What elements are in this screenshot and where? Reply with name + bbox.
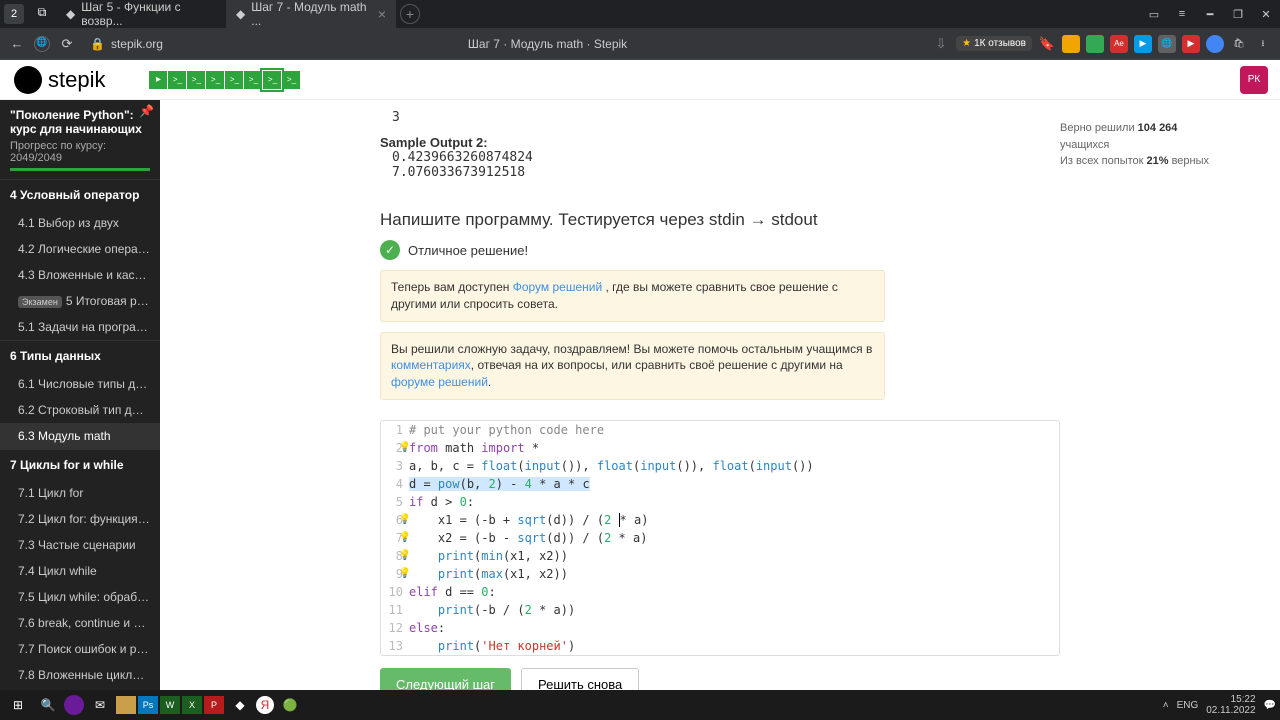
section-header[interactable]: 4 Условный оператор	[0, 179, 160, 210]
maximize-icon[interactable]: ❐	[1224, 2, 1252, 26]
url-field[interactable]: 🔒 stepik.org	[90, 37, 163, 51]
lesson-item[interactable]: 6.1 Числовые типы данны...	[0, 371, 160, 397]
lesson-item[interactable]: 5.1 Задачи на программир...	[0, 314, 160, 340]
page-title: Шаг 7 · Модуль math · Stepik	[171, 37, 924, 51]
forum-link-2[interactable]: форуме решений	[391, 375, 488, 389]
windows-taskbar: ⊞ 🔍 ✉ Ps W X P ◆ Я 🟢 ˄ ENG 15:22 02.11.2…	[0, 690, 1280, 720]
step-pill-7-active[interactable]	[263, 71, 281, 89]
comments-link[interactable]: комментариях	[391, 358, 471, 372]
ext-icon-5[interactable]: 🌐	[1158, 35, 1176, 53]
info-box-congrats: Вы решили сложную задачу, поздравляем! В…	[380, 332, 885, 400]
tray-notify-icon[interactable]: 💬	[1264, 700, 1276, 711]
stats-card: Верно решили 104 264 учащихся Из всех по…	[1060, 120, 1220, 170]
download-icon[interactable]: ⇩	[932, 36, 950, 52]
start-button[interactable]: ⊞	[4, 693, 32, 717]
step-pill-5[interactable]	[225, 71, 243, 89]
menu-icon[interactable]: ≡	[1168, 2, 1196, 26]
pin-icon[interactable]: 📌	[139, 104, 154, 118]
tab-1-title: Шаг 7 - Модуль math ...	[251, 0, 372, 28]
panel-icon[interactable]: ▭	[1140, 2, 1168, 26]
ext-icon-6[interactable]: ▶	[1182, 35, 1200, 53]
main-content: 3 Sample Output 2: 0.4239663260874824 7.…	[160, 60, 1280, 720]
tray-date: 02.11.2022	[1206, 705, 1255, 716]
lesson-item[interactable]: Экзамен5 Итоговая работа...	[0, 288, 160, 314]
lesson-item[interactable]: 7.5 Цикл while: обработка ...	[0, 584, 160, 610]
address-bar: ← 🌐 ⟳ 🔒 stepik.org Шаг 7 · Модуль math ·…	[0, 28, 1280, 60]
close-window-icon[interactable]: ✕	[1252, 2, 1280, 26]
minimize-icon[interactable]: ━	[1196, 2, 1224, 26]
task-app-3[interactable]: 🟢	[276, 693, 304, 717]
course-sidebar: 📌 "Поколение Python": курс для начинающи…	[0, 60, 160, 720]
search-icon[interactable]: 🔍	[34, 693, 62, 717]
reviews-badge[interactable]: ★1К отзывов	[956, 36, 1032, 51]
task-app-1[interactable]	[64, 695, 84, 715]
reload-icon[interactable]: ⟳	[58, 36, 76, 52]
ext-icon-2[interactable]	[1086, 35, 1104, 53]
task-word[interactable]: W	[160, 696, 180, 714]
step-pill-6[interactable]	[244, 71, 262, 89]
tab-0-title: Шаг 5 - Функции с возвр...	[81, 0, 216, 28]
progress-bar	[10, 168, 150, 171]
lesson-item[interactable]: 6.3 Модуль math	[0, 423, 160, 449]
info-box-forum: Теперь вам доступен Форум решений , где …	[380, 270, 885, 322]
stepik-header: stepik РК	[0, 60, 1280, 100]
course-title: "Поколение Python": курс для начинающих	[10, 108, 150, 136]
step-pill-8[interactable]	[282, 71, 300, 89]
bookmark-icon[interactable]: 🔖	[1038, 36, 1056, 52]
download-tray-icon[interactable]: ⭳	[1254, 35, 1272, 53]
ext-icon-7[interactable]	[1206, 35, 1224, 53]
tab-count[interactable]: 2	[4, 4, 24, 24]
task-app-2[interactable]: ◆	[226, 693, 254, 717]
section-header[interactable]: 7 Циклы for и while	[0, 449, 160, 480]
ext-icon-3[interactable]: Ae	[1110, 35, 1128, 53]
tray-chevron-icon[interactable]: ˄	[1163, 700, 1169, 711]
lesson-item[interactable]: 7.8 Вложенные циклы. Ча...	[0, 662, 160, 688]
close-tab-icon[interactable]: ×	[378, 6, 386, 22]
avatar[interactable]: РК	[1240, 66, 1268, 94]
back-icon[interactable]: ←	[8, 36, 26, 51]
ext-icon-4[interactable]: ▶	[1134, 35, 1152, 53]
browser-titlebar: 2 ⧉ ◆ Шаг 5 - Функции с возвр... ◆ Шаг 7…	[0, 0, 1280, 28]
lesson-item[interactable]: 6.2 Строковый тип данных	[0, 397, 160, 423]
task-ps[interactable]: Ps	[138, 696, 158, 714]
ok-text: Отличное решение!	[408, 243, 528, 258]
task-ppt[interactable]: P	[204, 696, 224, 714]
lesson-item[interactable]: 7.3 Частые сценарии	[0, 532, 160, 558]
section-header[interactable]: 6 Типы данных	[0, 340, 160, 371]
step-pill-2[interactable]	[168, 71, 186, 89]
task-app-mail[interactable]: ✉	[86, 693, 114, 717]
tray-lang[interactable]: ENG	[1177, 700, 1199, 711]
lesson-item[interactable]: 7.6 break, continue и else	[0, 610, 160, 636]
lesson-item[interactable]: 7.2 Цикл for: функция range	[0, 506, 160, 532]
check-icon: ✓	[380, 240, 400, 260]
lesson-item[interactable]: 4.1 Выбор из двух	[0, 210, 160, 236]
file-explorer-icon[interactable]	[116, 696, 136, 714]
lesson-item[interactable]: 7.4 Цикл while	[0, 558, 160, 584]
browser-tab-1[interactable]: ◆ Шаг 7 - Модуль math ... ×	[226, 0, 396, 28]
stepik-logo[interactable]: stepik	[0, 66, 119, 94]
lesson-item[interactable]: 7.1 Цикл for	[0, 480, 160, 506]
forum-link[interactable]: Форум решений	[513, 280, 602, 294]
lesson-item[interactable]: 7.7 Поиск ошибок и ревью...	[0, 636, 160, 662]
code-editor[interactable]: 1# put your python code here2💡from math …	[380, 420, 1060, 656]
browser-tab-0[interactable]: ◆ Шаг 5 - Функции с возвр...	[56, 0, 226, 28]
step-navigation	[149, 71, 300, 89]
lesson-item[interactable]: 4.3 Вложенные и каскадн...	[0, 262, 160, 288]
step-pill-1[interactable]	[149, 71, 167, 89]
tray-time: 15:22	[1206, 694, 1255, 705]
task-title: Напишите программу. Тестируется через st…	[380, 210, 1220, 230]
globe-icon[interactable]: 🌐	[34, 36, 50, 52]
url-host: stepik.org	[111, 37, 163, 51]
progress-text: Прогресс по курсу: 2049/2049	[10, 140, 150, 164]
step-pill-4[interactable]	[206, 71, 224, 89]
step-pill-3[interactable]	[187, 71, 205, 89]
cart-icon[interactable]: 🛍	[1230, 35, 1248, 53]
lesson-item[interactable]: 4.2 Логические операции	[0, 236, 160, 262]
task-excel[interactable]: X	[182, 696, 202, 714]
new-tab-button[interactable]: +	[400, 4, 420, 24]
ext-icon-1[interactable]	[1062, 35, 1080, 53]
task-yandex[interactable]: Я	[256, 696, 274, 714]
new-window-icon[interactable]: ⧉	[28, 0, 56, 24]
